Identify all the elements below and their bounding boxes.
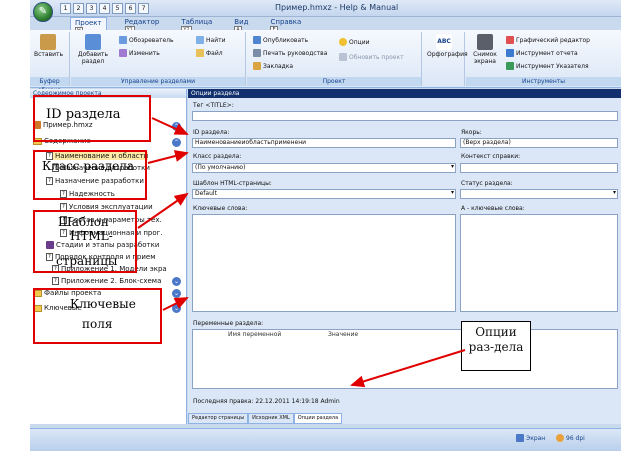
- arrow-to-class: [147, 150, 189, 164]
- arrow-to-options: [350, 349, 466, 388]
- annotation-arrows: [137, 117, 466, 388]
- arrow-to-keywords: [162, 297, 189, 311]
- arrow-to-template: [137, 192, 189, 229]
- arrow-to-id: [151, 117, 189, 135]
- app-menu-button[interactable]: ✎: [33, 2, 53, 22]
